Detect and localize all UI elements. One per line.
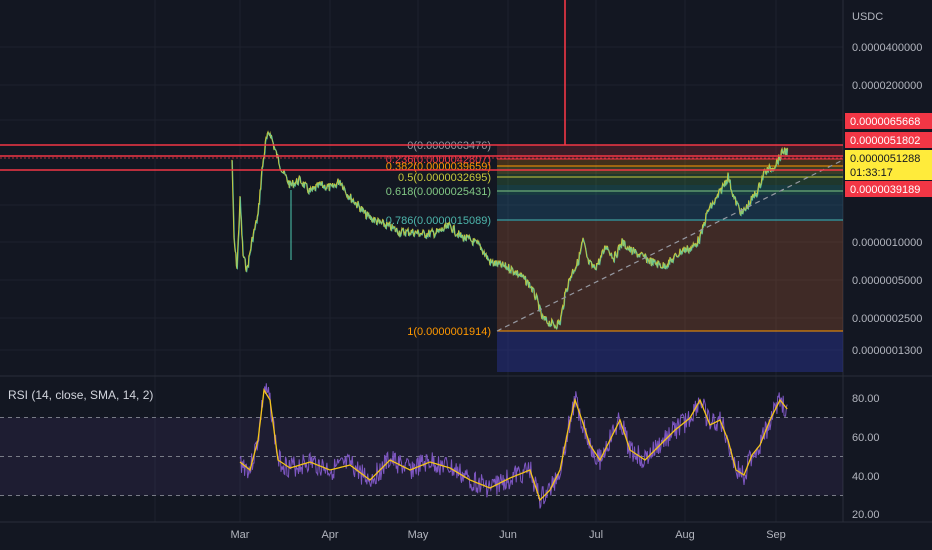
- price-tag-red-2: 0.0000051802: [850, 135, 920, 147]
- price-tag-red-1: 0.0000065668: [850, 116, 920, 128]
- time-axis-label: Sep: [766, 529, 786, 541]
- time-axis-label: Mar: [231, 529, 250, 541]
- time-axis-label: Aug: [675, 529, 695, 541]
- currency-label: USDC: [852, 11, 883, 23]
- price-axis-label: 0.0000200000: [852, 80, 922, 92]
- time-axis-label: May: [408, 529, 429, 541]
- fib-zone: [497, 185, 843, 195]
- fib-level-label: 0.786(0.0000015089): [386, 215, 491, 227]
- fib-level-label: 0.5(0.0000032695): [398, 172, 491, 184]
- price-tag-current: 0.0000051288: [850, 153, 920, 165]
- price-axis-label: 0.0000002500: [852, 313, 922, 325]
- price-axis-label: 0.0000010000: [852, 237, 922, 249]
- fib-zone-extension: [497, 331, 843, 372]
- fib-zone: [497, 174, 843, 185]
- time-axis-label: Jun: [499, 529, 517, 541]
- time-axis-label: Apr: [321, 529, 338, 541]
- price-tag-countdown: 01:33:17: [850, 167, 893, 179]
- rsi-title: RSI (14, close, SMA, 14, 2): [8, 388, 153, 402]
- price-tag-red-3: 0.0000039189: [850, 184, 920, 196]
- fib-zone: [497, 221, 843, 331]
- price-axis-label: 0.0000400000: [852, 42, 922, 54]
- chart-canvas[interactable]: 0(0.0000063476)0.236(0.0000042807)0.382(…: [0, 0, 932, 550]
- time-axis-label: Jul: [589, 529, 603, 541]
- rsi-axis-label: 80.00: [852, 393, 880, 405]
- fib-level-label: 1(0.0000001914): [407, 326, 491, 338]
- fib-level-label: 0.618(0.0000025431): [386, 186, 491, 198]
- rsi-axis-label: 40.00: [852, 471, 880, 483]
- rsi-axis-label: 60.00: [852, 432, 880, 444]
- rsi-axis-label: 20.00: [852, 509, 880, 521]
- fib-zone: [497, 145, 843, 159]
- price-axis-label: 0.0000001300: [852, 345, 922, 357]
- fib-zone: [497, 159, 843, 166]
- fib-level-label: 0(0.0000063476): [407, 140, 491, 152]
- price-axis-label: 0.0000005000: [852, 275, 922, 287]
- fib-zone: [497, 195, 843, 221]
